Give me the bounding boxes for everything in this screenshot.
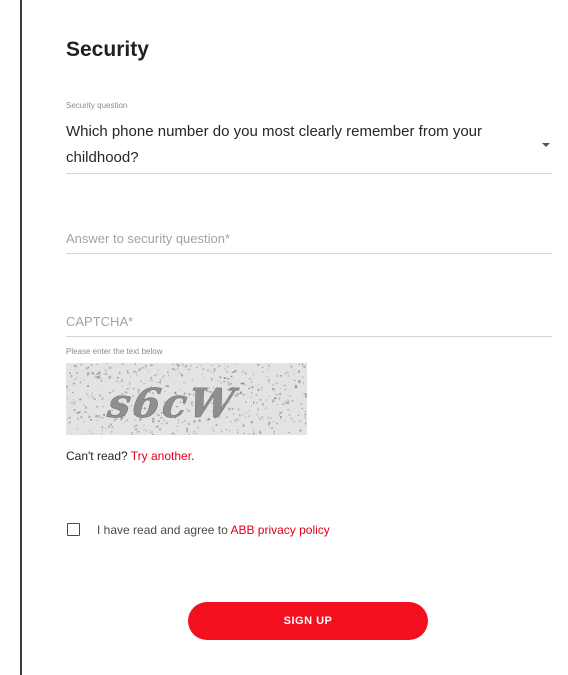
section-title: Security xyxy=(66,38,149,61)
cant-read-line: Can't read? Try another. xyxy=(66,449,194,463)
try-another-link[interactable]: Try another xyxy=(131,449,191,463)
security-question-select[interactable]: Which phone number do you most clearly r… xyxy=(66,119,552,174)
captcha-input[interactable] xyxy=(66,306,552,337)
privacy-policy-link[interactable]: ABB privacy policy xyxy=(230,523,329,537)
security-answer-input[interactable] xyxy=(66,223,552,254)
privacy-agree-label: I have read and agree to ABB privacy pol… xyxy=(97,523,330,537)
svg-text:s6cW: s6cW xyxy=(104,380,241,427)
left-divider xyxy=(20,0,22,675)
privacy-agree-checkbox[interactable] xyxy=(67,523,80,536)
agree-text: I have read and agree to xyxy=(97,523,228,537)
captcha-hint: Please enter the text below xyxy=(66,347,163,356)
sign-up-button[interactable]: SIGN UP xyxy=(188,602,428,640)
captcha-image: s6cW xyxy=(66,363,307,435)
try-another-suffix: . xyxy=(191,449,195,463)
cant-read-text: Can't read? xyxy=(66,449,128,463)
security-question-value: Which phone number do you most clearly r… xyxy=(66,123,483,166)
security-question-label: Security question xyxy=(66,101,128,110)
caret-down-icon xyxy=(542,143,550,147)
